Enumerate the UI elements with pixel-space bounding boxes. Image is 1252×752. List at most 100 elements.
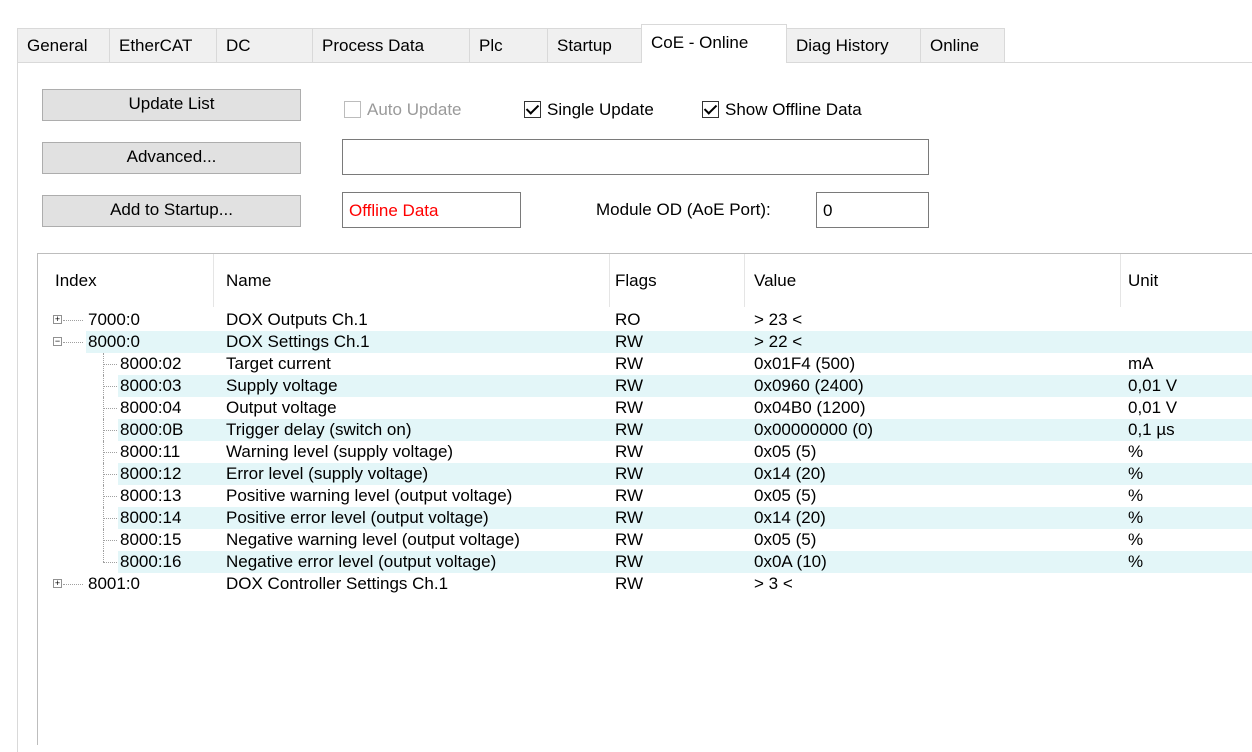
column-separator[interactable] (213, 254, 214, 307)
tab-coe-online[interactable]: CoE - Online (641, 24, 787, 63)
column-separator[interactable] (744, 254, 745, 307)
tab-general[interactable]: General (17, 28, 110, 62)
table-row[interactable]: 8000:0B Trigger delay (switch on) RW 0x0000… (38, 419, 1252, 441)
cell-flags: RW (615, 464, 644, 483)
tab-process-data[interactable]: Process Data (312, 28, 470, 62)
cell-value: 0x05 (5) (754, 486, 817, 505)
cell-value: > 22 < (754, 332, 803, 351)
column-header-flags[interactable]: Flags (615, 271, 657, 291)
cell-name: Output voltage (226, 398, 337, 417)
cell-name: Negative warning level (output voltage) (226, 530, 520, 549)
cell-unit: mA (1128, 354, 1154, 373)
show-offline-data-checkbox[interactable]: Show Offline Data (702, 99, 862, 121)
column-separator[interactable] (1120, 254, 1121, 307)
cell-name: Supply voltage (226, 376, 338, 395)
cell-name: Error level (supply voltage) (226, 464, 429, 483)
column-header-value[interactable]: Value (754, 271, 796, 291)
cell-value: 0x0A (10) (754, 552, 827, 571)
cell-value: > 23 < (754, 310, 803, 329)
cell-index: 8000:0B (120, 420, 184, 439)
cell-name: Positive warning level (output voltage) (226, 486, 513, 505)
advanced-button[interactable]: Advanced... (42, 142, 301, 174)
cell-index: 8000:12 (120, 464, 182, 483)
column-header-index[interactable]: Index (55, 271, 97, 291)
table-row[interactable]: +7000:0 DOX Outputs Ch.1 RO > 23 < (38, 309, 1252, 331)
tab-startup[interactable]: Startup (547, 28, 642, 62)
table-row[interactable]: 8000:11 Warning level (supply voltage) RW 0… (38, 441, 1252, 463)
cell-value: 0x05 (5) (754, 442, 817, 461)
table-row[interactable]: 8000:03 Supply voltage RW 0x0960 (2400) 0,01… (38, 375, 1252, 397)
cell-index: 8000:03 (120, 376, 182, 395)
cell-flags: RO (615, 310, 641, 329)
cell-flags: RW (615, 376, 644, 395)
cell-index: 8000:04 (120, 398, 182, 417)
cell-index: 8000:16 (120, 552, 182, 571)
cell-flags: RW (615, 530, 644, 549)
tab-online[interactable]: Online (920, 28, 1005, 62)
tree-line (103, 518, 117, 519)
cell-value: 0x04B0 (1200) (754, 398, 866, 417)
table-row[interactable]: 8000:14 Positive error level (output volt… (38, 507, 1252, 529)
cell-name: DOX Controller Settings Ch.1 (226, 574, 449, 593)
cell-name: Trigger delay (switch on) (226, 420, 412, 439)
tree-line (63, 320, 83, 321)
tab-diag-history[interactable]: Diag History (786, 28, 921, 62)
column-header-name[interactable]: Name (226, 271, 271, 291)
table-row[interactable]: 8000:12 Error level (supply voltage) RW 0x1… (38, 463, 1252, 485)
cell-name: Negative error level (output voltage) (226, 552, 497, 571)
cell-unit: % (1128, 464, 1144, 483)
expand-icon[interactable]: + (53, 315, 62, 324)
tab-ethercat[interactable]: EtherCAT (109, 28, 217, 62)
cell-flags: RW (615, 442, 644, 461)
cell-value: 0x14 (20) (754, 508, 826, 527)
cell-name: Target current (226, 354, 331, 373)
expand-icon[interactable]: + (53, 579, 62, 588)
tree-line (103, 551, 104, 562)
cell-index: 8000:0 (88, 332, 140, 351)
table-row[interactable]: − 8000:0 DOX Settings Ch.1 RW > 22 < (38, 331, 1252, 353)
cell-index: 8000:13 (120, 486, 182, 505)
cell-flags: RW (615, 398, 644, 417)
cell-name: Positive error level (output voltage) (226, 508, 489, 527)
cell-unit: % (1128, 508, 1144, 527)
single-update-label: Single Update (547, 100, 654, 119)
cell-value: 0x00000000 (0) (754, 420, 874, 439)
offline-data-field: Offline Data (342, 192, 521, 228)
column-header-unit[interactable]: Unit (1128, 271, 1158, 291)
table-row[interactable]: 8000:15 Negative warning level (output vo… (38, 529, 1252, 551)
cell-value: > 3 < (754, 574, 793, 593)
cell-index: 8000:14 (120, 508, 182, 527)
cell-unit: % (1128, 552, 1144, 571)
description-field[interactable] (342, 139, 929, 175)
tree-line (103, 364, 117, 365)
cell-unit: 0,01 V (1128, 398, 1178, 417)
table-row[interactable]: 8000:04 Output voltage RW 0x04B0 (1200) 0,01… (38, 397, 1252, 419)
cell-index: 7000:0 (88, 310, 140, 329)
module-od-input[interactable]: 0 (816, 192, 929, 228)
tree-line (103, 496, 117, 497)
table-row[interactable]: 8000:16 Negative error level (output volt… (38, 551, 1252, 573)
single-update-checkbox[interactable]: Single Update (524, 99, 654, 121)
collapse-icon[interactable]: − (53, 337, 62, 346)
add-to-startup-button[interactable]: Add to Startup... (42, 195, 301, 227)
tree-line (103, 562, 117, 563)
cell-index: 8001:0 (88, 574, 140, 593)
column-separator[interactable] (609, 254, 610, 307)
cell-value: 0x14 (20) (754, 464, 826, 483)
cell-unit: % (1128, 486, 1144, 505)
tree-line (63, 584, 83, 585)
auto-update-checkbox[interactable]: Auto Update (344, 99, 462, 121)
table-row[interactable]: 8000:13 Positive warning level (output vo… (38, 485, 1252, 507)
checkbox-box (344, 101, 361, 118)
table-row[interactable]: 8000:02 Target current RW 0x01F4 (500) mA (38, 353, 1252, 375)
cell-flags: RW (615, 574, 644, 593)
cell-flags: RW (615, 420, 644, 439)
tree-line (103, 452, 117, 453)
tree-line (103, 474, 117, 475)
table-row[interactable]: +8001:0 DOX Controller Settings Ch.1 RW > 3… (38, 573, 1252, 595)
tab-bar: General EtherCAT DC Process Data Plc Sta… (17, 24, 1252, 63)
update-list-button[interactable]: Update List (42, 89, 301, 121)
tab-plc[interactable]: Plc (469, 28, 548, 62)
tab-dc[interactable]: DC (216, 28, 313, 62)
cell-flags: RW (615, 508, 644, 527)
